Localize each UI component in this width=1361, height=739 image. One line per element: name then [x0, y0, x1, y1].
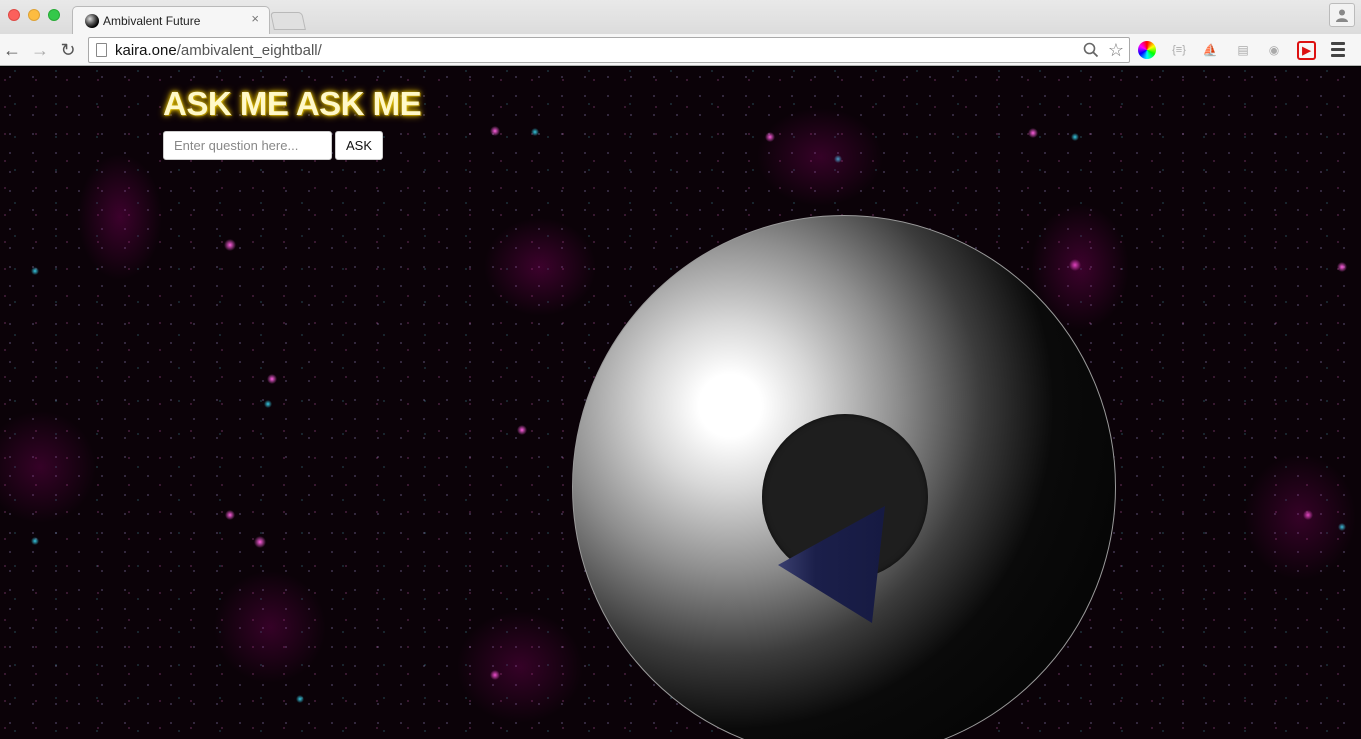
star-icon[interactable]: ☆ — [1108, 40, 1124, 60]
color-wheel-icon[interactable] — [1138, 41, 1156, 59]
url-host: kaira.one — [115, 42, 177, 59]
tab-title: Ambivalent Future — [103, 14, 201, 28]
url-text[interactable]: kaira.one/ambivalent_eightball/ — [115, 42, 322, 59]
browser-tab-active[interactable]: Ambivalent Future × — [72, 6, 270, 35]
page-icon — [96, 43, 107, 57]
new-tab-button[interactable] — [270, 12, 306, 30]
reload-icon[interactable]: ↻ — [58, 40, 78, 60]
camera-icon[interactable]: ◉ — [1264, 40, 1284, 60]
close-window-button[interactable] — [8, 9, 20, 21]
page-title: ASK ME ASK ME — [163, 85, 422, 122]
profile-icon — [1336, 9, 1348, 22]
page-viewport: ASK ME ASK ME ASK — [0, 67, 1361, 739]
answer-triangle-icon — [778, 506, 885, 623]
browser-toolbar: ← → ↻ kaira.one/ambivalent_eightball/ ☆ … — [0, 34, 1361, 66]
cast-icon[interactable]: ▤ — [1233, 40, 1253, 60]
menu-icon[interactable] — [1331, 42, 1345, 60]
ask-button[interactable]: ASK — [335, 131, 383, 160]
profile-button[interactable] — [1329, 3, 1355, 27]
eight-ball-favicon-icon — [85, 14, 99, 28]
json-icon[interactable]: {≡} — [1169, 40, 1189, 60]
ship-icon[interactable]: ⛵ — [1200, 40, 1220, 60]
forward-arrow-icon[interactable]: → — [30, 40, 50, 60]
flash-icon[interactable]: ▶ — [1297, 41, 1316, 60]
minimize-window-button[interactable] — [28, 9, 40, 21]
search-icon[interactable] — [1083, 42, 1099, 58]
back-arrow-icon[interactable]: ← — [2, 40, 22, 60]
tab-close-icon[interactable]: × — [251, 12, 259, 26]
zoom-window-button[interactable] — [48, 9, 60, 21]
address-bar[interactable]: kaira.one/ambivalent_eightball/ ☆ — [88, 37, 1130, 63]
url-path: /ambivalent_eightball/ — [176, 42, 322, 59]
question-input[interactable] — [163, 131, 332, 160]
browser-titlebar: Ambivalent Future × — [0, 0, 1361, 35]
